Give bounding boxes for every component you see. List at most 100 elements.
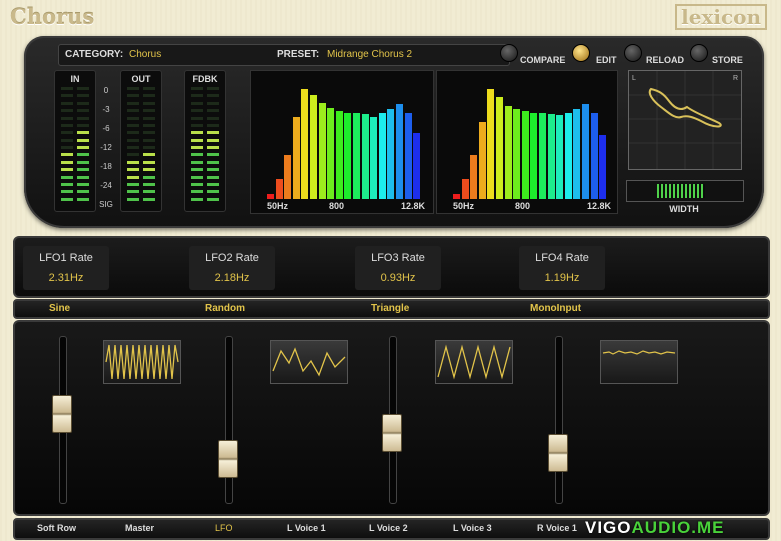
meter-segment [191,94,203,98]
meter-segment [143,190,155,194]
spectrum-bar [267,193,274,199]
meter-segment [77,175,89,179]
meter-segment [127,182,139,186]
meter-segment [127,87,139,90]
spectrum-bar [582,104,589,199]
meter-segment [77,182,89,186]
meter-segment [77,87,89,90]
spectrum-bar [461,179,469,199]
fader-track[interactable] [225,336,233,504]
waveform-strip: Sine Random Triangle MonoInput [13,299,770,319]
meter-segment [143,168,155,172]
spectrum-bar [318,103,326,199]
meter-segment [127,197,139,201]
reload-button[interactable] [624,44,642,62]
waveform-random[interactable]: Random [205,303,245,314]
tab-r-voice-1[interactable]: R Voice 1 [537,523,577,533]
spectrum-bar [599,135,607,199]
meter-segment [143,153,155,157]
spectrum-bar [413,133,421,199]
preset-value[interactable]: Midrange Chorus 2 [327,49,412,60]
edit-button[interactable] [572,44,590,62]
meter-segment [61,197,73,201]
monoinput-wave-display [600,340,678,384]
meter-segment [61,182,73,186]
spectrum-bar [361,114,369,199]
meter-segment [61,160,73,164]
waveform-sine[interactable]: Sine [49,303,70,314]
meter-segment [207,131,219,135]
spectrum-bar [396,104,403,199]
category-value[interactable]: Chorus [129,49,161,60]
tab-soft-row[interactable]: Soft Row [37,523,76,533]
compare-button[interactable] [500,44,518,62]
meter-scale-tick: -6 [102,124,110,133]
spectrum-bar [370,116,378,199]
meter-segment [61,123,73,127]
meter-segment [191,116,203,120]
spectrum-bar [301,89,309,199]
spectrum-bar [504,105,512,199]
lfo3-rate-control[interactable]: LFO3 Rate 0.93Hz [355,246,441,290]
spectrum-bar [404,113,412,199]
lfo1-rate-name: LFO1 Rate [39,252,93,264]
tab-l-voice-3[interactable]: L Voice 3 [453,523,492,533]
compare-label: COMPARE [520,55,566,65]
meter-segment [207,160,219,164]
meter-segment [127,94,139,98]
fader-knob[interactable] [382,414,402,452]
tab-lfo[interactable]: LFO [215,523,233,533]
fader-knob[interactable] [218,440,238,478]
spectrum-bar [387,108,395,199]
fader-track[interactable] [555,336,563,504]
spectrum-axis-label: 800 [329,201,345,211]
meter-segment [191,87,203,90]
tab-master[interactable]: Master [125,523,154,533]
meter-segment [77,168,89,172]
app-title: Chorus [10,4,95,29]
meter-segment [143,138,155,142]
meter-segment [207,197,219,201]
lfo2-rate-control[interactable]: LFO2 Rate 2.18Hz [189,246,275,290]
meter-segment [127,153,139,157]
preset-header: CATEGORY: Chorus PRESET: Midrange Chorus… [58,44,510,66]
spectrum-bar [353,113,360,199]
meter-segment [207,109,219,113]
lfo4-rate-name: LFO4 Rate [535,252,589,264]
fdbk-meter-label: FDBK [192,74,218,84]
spectrum-axis-label: 12.8K [401,201,426,211]
meter-segment [143,123,155,127]
spectrum-bar [573,108,581,199]
meter-segment [61,116,73,120]
spectrum-axis-label: 800 [515,201,531,211]
fader-knob[interactable] [52,394,72,433]
width-meter[interactable] [626,180,744,202]
spectrum-bar [539,113,546,199]
meter-segment [207,153,219,157]
spectrum-bar [556,115,564,199]
tab-l-voice-1[interactable]: L Voice 1 [287,523,326,533]
meter-segment [143,146,155,149]
meter-segment [207,116,219,120]
meter-segment [61,190,73,194]
spectrum-bar [547,114,555,199]
spectrum-bar [564,113,572,199]
meter-segment [127,146,139,149]
meter-segment [143,109,155,113]
spectrum-bar [487,89,495,199]
fader-knob[interactable] [548,433,568,472]
waveform-monoinput[interactable]: MonoInput [530,303,581,314]
meter-segment [77,109,89,113]
meter-segment [127,109,139,113]
waveform-triangle[interactable]: Triangle [371,303,409,314]
lfo1-rate-value: 2.31Hz [48,272,84,284]
meter-segment [191,190,203,194]
tab-l-voice-2[interactable]: L Voice 2 [369,523,408,533]
lexicon-logo: lexicon [675,4,767,30]
lfo4-rate-control[interactable]: LFO4 Rate 1.19Hz [519,246,605,290]
lfo1-rate-control[interactable]: LFO1 Rate 2.31Hz [23,246,109,290]
meter-segment [207,123,219,127]
lfo3-rate-value: 0.93Hz [380,272,416,284]
meter-segment [77,123,89,127]
store-button[interactable] [690,44,708,62]
